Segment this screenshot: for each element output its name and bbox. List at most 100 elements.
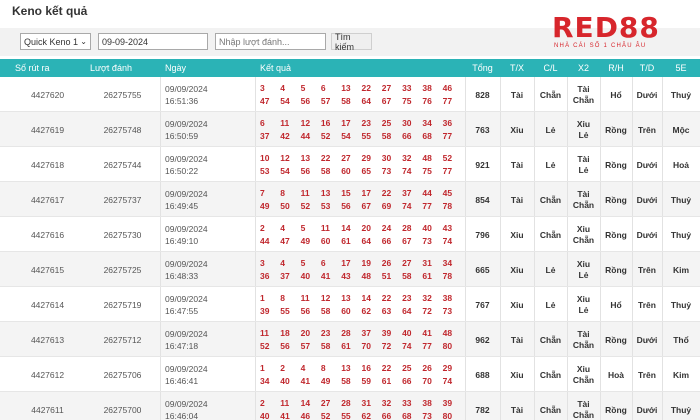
tai-xiu-cell: Tài xyxy=(510,194,524,205)
x2-text: Tài xyxy=(577,188,590,199)
result-number: 38 xyxy=(442,293,453,303)
result-number: 47 xyxy=(280,236,290,246)
tai-xiu-cell: Xỉu xyxy=(510,264,524,275)
result-number: 60 xyxy=(341,166,351,176)
time-text: 16:50:22 xyxy=(165,165,199,176)
table-row[interactable]: 4427619 26275748 09/09/2024 16:50:59 6 11 12 16… xyxy=(0,112,700,147)
result-number: 19 xyxy=(361,258,371,268)
time-text: 16:47:55 xyxy=(165,305,199,316)
table-row[interactable]: 4427617 26275737 09/09/2024 16:49:45 7 8 11 13 1… xyxy=(0,182,700,217)
result-number: 46 xyxy=(442,83,453,93)
date-text: 09/09/2024 xyxy=(165,258,208,269)
result-numbers-line: 2 11 14 27 28 31 32 33 38 39 xyxy=(260,397,465,410)
result-number: 60 xyxy=(320,236,331,246)
result-number: 52 xyxy=(260,341,270,351)
date-field[interactable]: 09-09-2024 xyxy=(98,33,208,50)
x2-cell: Xỉu Lẻ xyxy=(567,287,600,322)
x2-text: Lẻ xyxy=(578,129,589,140)
result-number: 11 xyxy=(280,398,290,408)
result-number: 58 xyxy=(381,131,392,141)
result-number: 74 xyxy=(442,236,453,246)
result-number: 23 xyxy=(320,328,331,338)
date-text: 09/09/2024 xyxy=(165,328,208,339)
result-numbers: 6 11 12 16 17 23 25 30 34 36 37 42 44 52 54 55 58 66 68 77 xyxy=(260,117,465,143)
result-number: 11 xyxy=(300,188,310,198)
search-button[interactable]: Tìm kiếm xyxy=(331,32,372,52)
result-numbers: 7 8 11 13 15 17 22 37 44 45 49 50 52 53 56 67 69 74 77 78 xyxy=(260,187,465,213)
result-number: 56 xyxy=(300,96,311,106)
result-numbers-line: 3 4 5 6 17 19 26 27 31 34 xyxy=(260,257,465,270)
result-number: 27 xyxy=(341,153,351,163)
table-row[interactable]: 4427616 26275730 09/09/2024 16:49:10 2 4 5 11 14… xyxy=(0,217,700,252)
result-numbers-line: 37 42 44 52 54 55 58 66 68 77 xyxy=(260,130,465,143)
result-number: 52 xyxy=(320,131,331,141)
table-row[interactable]: 4427612 26275706 09/09/2024 16:46:41 1 2 4 8 13 1… xyxy=(0,357,700,392)
result-number: 40 xyxy=(422,223,432,233)
result-number: 41 xyxy=(422,328,432,338)
x2-text: Xỉu xyxy=(576,258,591,269)
tren-duoi-cell: Trên xyxy=(638,124,656,135)
table-row[interactable]: 4427614 26275719 09/09/2024 16:47:55 1 8 11 12 1… xyxy=(0,287,700,322)
result-number: 4 xyxy=(280,223,286,233)
result-number: 20 xyxy=(361,223,371,233)
rong-ho-cell: Rồng xyxy=(605,404,627,415)
result-number: 27 xyxy=(320,398,331,408)
x2-cell: Tài Chẵn xyxy=(567,322,600,357)
date-text: 09/09/2024 xyxy=(165,118,208,129)
table-row[interactable]: 4427618 26275744 09/09/2024 16:50:22 10 12 13 2… xyxy=(0,147,700,182)
x2-text: Chẵn xyxy=(572,234,595,245)
result-number: 39 xyxy=(260,306,270,316)
result-number: 53 xyxy=(320,201,331,211)
game-select[interactable]: Quick Keno 1 ⌄ xyxy=(20,33,91,50)
result-number: 28 xyxy=(402,223,412,233)
x2-text: Lẻ xyxy=(578,164,589,175)
date-cell: 09/09/2024 16:50:22 xyxy=(165,147,255,182)
time-text: 16:47:18 xyxy=(165,340,199,351)
result-number: 32 xyxy=(402,153,412,163)
x2-cell: Tài Chẵn xyxy=(567,77,600,112)
rong-ho-cell: Hổ xyxy=(610,89,622,100)
column-divider xyxy=(160,217,161,251)
result-number: 54 xyxy=(341,131,351,141)
draw-id-cell: 4427613 xyxy=(30,334,65,345)
result-number: 34 xyxy=(260,376,270,386)
result-number: 1 xyxy=(260,363,265,373)
x2-cell: Xỉu Chẵn xyxy=(567,217,600,252)
result-number: 4 xyxy=(280,83,286,93)
result-number: 75 xyxy=(422,166,432,176)
result-number: 31 xyxy=(361,398,371,408)
column-divider xyxy=(255,217,256,251)
table-row[interactable]: 4427611 26275700 09/09/2024 16:46:04 2 11 14 27… xyxy=(0,392,700,420)
chan-le-cell: Chẵn xyxy=(539,194,562,205)
result-number: 77 xyxy=(422,201,432,211)
result-number: 61 xyxy=(341,341,351,351)
result-number: 55 xyxy=(280,306,290,316)
result-number: 68 xyxy=(422,131,432,141)
result-number: 52 xyxy=(300,201,311,211)
date-cell: 09/09/2024 16:46:41 xyxy=(165,357,255,392)
result-number: 1 xyxy=(260,293,265,303)
table-row[interactable]: 4427620 26275755 09/09/2024 16:51:36 3 4 5 6 13 2… xyxy=(0,77,700,112)
result-number: 44 xyxy=(300,131,311,141)
draw-search-input[interactable]: Nhập lượt đánh... xyxy=(215,33,326,50)
result-number: 56 xyxy=(300,166,311,176)
table-row[interactable]: 4427615 26275725 09/09/2024 16:48:33 3 4 5 6 17 1… xyxy=(0,252,700,287)
element-cell: Kim xyxy=(672,369,690,380)
tren-duoi-cell: Dưới xyxy=(636,159,658,170)
tren-duoi-cell: Dưới xyxy=(636,229,658,240)
result-number: 11 xyxy=(280,118,290,128)
result-number: 73 xyxy=(442,306,453,316)
result-numbers-line: 36 37 40 41 43 48 51 58 61 78 xyxy=(260,270,465,283)
draw-number-cell: 26275719 xyxy=(103,299,142,310)
result-number: 6 xyxy=(320,258,326,268)
result-number: 50 xyxy=(280,201,290,211)
table-row[interactable]: 4427613 26275712 09/09/2024 16:47:18 11 18 20 2… xyxy=(0,322,700,357)
column-header: 5E xyxy=(675,63,687,73)
x2-text: Chẵn xyxy=(572,199,595,210)
total-cell: 763 xyxy=(475,124,490,135)
column-divider xyxy=(160,357,161,391)
time-text: 16:46:04 xyxy=(165,410,199,420)
tren-duoi-cell: Dưới xyxy=(636,334,658,345)
result-number: 22 xyxy=(381,363,392,373)
result-number: 2 xyxy=(260,398,265,408)
